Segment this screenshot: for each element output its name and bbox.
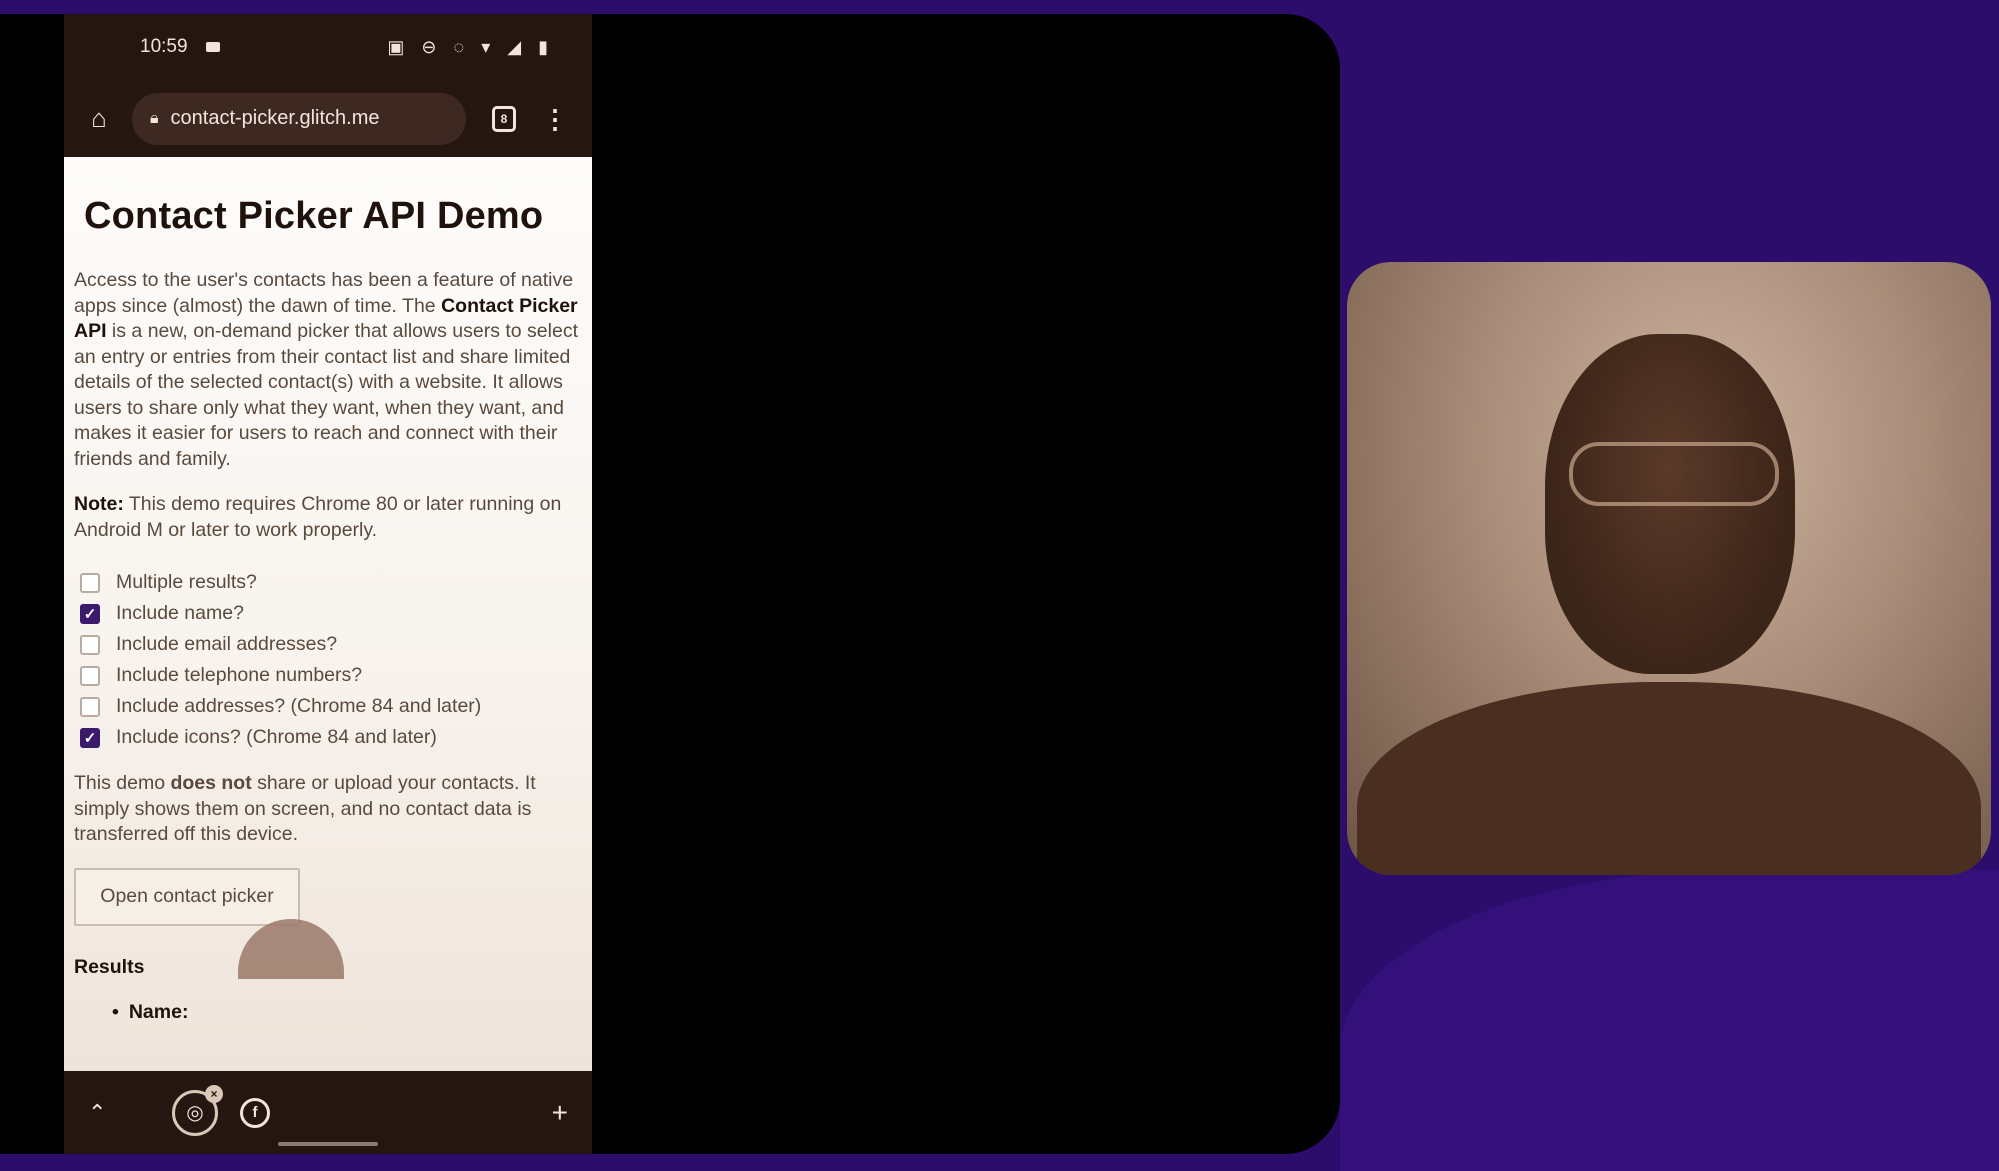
- option-label: Include name?: [116, 602, 244, 624]
- android-status-bar: 10:59 ▣ ⊖ ◌ ▾ ◢ ▮: [64, 14, 592, 80]
- facebook-icon[interactable]: f: [240, 1097, 270, 1128]
- open-contact-picker-button[interactable]: Open contact picker: [74, 867, 300, 926]
- option-label: Include telephone numbers?: [116, 664, 363, 686]
- phone-screen: 10:59 ▣ ⊖ ◌ ▾ ◢ ▮ ⌂ 🔒︎ contact-picker.gl…: [64, 14, 592, 1154]
- close-badge-icon[interactable]: ×: [205, 1084, 223, 1103]
- disclaimer-bold: does not: [170, 772, 252, 794]
- checkbox[interactable]: ✓: [80, 727, 100, 748]
- address-bar[interactable]: 🔒︎ contact-picker.glitch.me: [132, 92, 466, 145]
- intro-paragraph: Access to the user's contacts has been a…: [74, 268, 582, 472]
- option-include-name[interactable]: ✓ Include name?: [74, 598, 582, 629]
- plus-icon[interactable]: +: [552, 1097, 568, 1129]
- glasses: [1569, 442, 1779, 506]
- option-include-icons[interactable]: ✓ Include icons? (Chrome 84 and later): [74, 722, 582, 753]
- option-include-email[interactable]: Include email addresses?: [74, 629, 582, 660]
- option-label: Include addresses? (Chrome 84 and later): [116, 695, 482, 717]
- option-label: Multiple results?: [116, 571, 257, 593]
- status-time: 10:59: [140, 36, 188, 57]
- disclaimer-paragraph: This demo does not share or upload your …: [74, 771, 582, 848]
- note-label: Note:: [74, 493, 124, 515]
- browser-toolbar: ⌂ 🔒︎ contact-picker.glitch.me 8 ⋮: [64, 80, 592, 157]
- browser-bottom-bar: ⌃ ◎ × f +: [64, 1071, 592, 1154]
- chevron-up-icon[interactable]: ⌃: [88, 1100, 136, 1126]
- results-name-item: Name:: [112, 1001, 582, 1024]
- checkbox[interactable]: [80, 696, 100, 717]
- option-label: Include email addresses?: [116, 633, 338, 655]
- intro-text-cont: is a new, on-demand picker that allows u…: [74, 320, 579, 470]
- status-icons: ▣ ⊖ ◌ ▾ ◢ ▮: [387, 36, 554, 57]
- presenter-body: [1357, 682, 1981, 875]
- checkbox[interactable]: ✓: [80, 603, 100, 624]
- gesture-handle[interactable]: [278, 1142, 378, 1146]
- checkbox[interactable]: [80, 665, 100, 686]
- option-multiple-results[interactable]: Multiple results?: [74, 567, 582, 598]
- lock-icon: 🔒︎: [150, 109, 159, 127]
- page-title: Contact Picker API Demo: [84, 195, 544, 237]
- screen-share-stage: 10:59 ▣ ⊖ ◌ ▾ ◢ ▮ ⌂ 🔒︎ contact-picker.gl…: [0, 14, 1340, 1154]
- url-text: contact-picker.glitch.me: [170, 107, 380, 129]
- options-list: Multiple results? ✓ Include name? Includ…: [74, 567, 582, 753]
- checkbox[interactable]: [80, 634, 100, 655]
- note-text: This demo requires Chrome 80 or later ru…: [74, 493, 562, 541]
- glitch-icon[interactable]: ◎ ×: [172, 1084, 223, 1136]
- tab-switcher-button[interactable]: 8: [492, 105, 516, 132]
- more-vert-icon[interactable]: ⋮: [542, 106, 568, 132]
- video-record-icon: [205, 42, 220, 52]
- background-shape: [1340, 870, 1999, 1171]
- option-include-telephone[interactable]: Include telephone numbers?: [74, 660, 582, 691]
- home-icon[interactable]: ⌂: [76, 103, 122, 134]
- checkbox[interactable]: [80, 572, 100, 593]
- option-include-addresses[interactable]: Include addresses? (Chrome 84 and later): [74, 691, 582, 722]
- disclaimer-text: This demo: [74, 772, 171, 794]
- option-label: Include icons? (Chrome 84 and later): [116, 726, 437, 748]
- note-paragraph: Note: This demo requires Chrome 80 or la…: [74, 492, 582, 543]
- presenter-webcam: [1347, 262, 1991, 875]
